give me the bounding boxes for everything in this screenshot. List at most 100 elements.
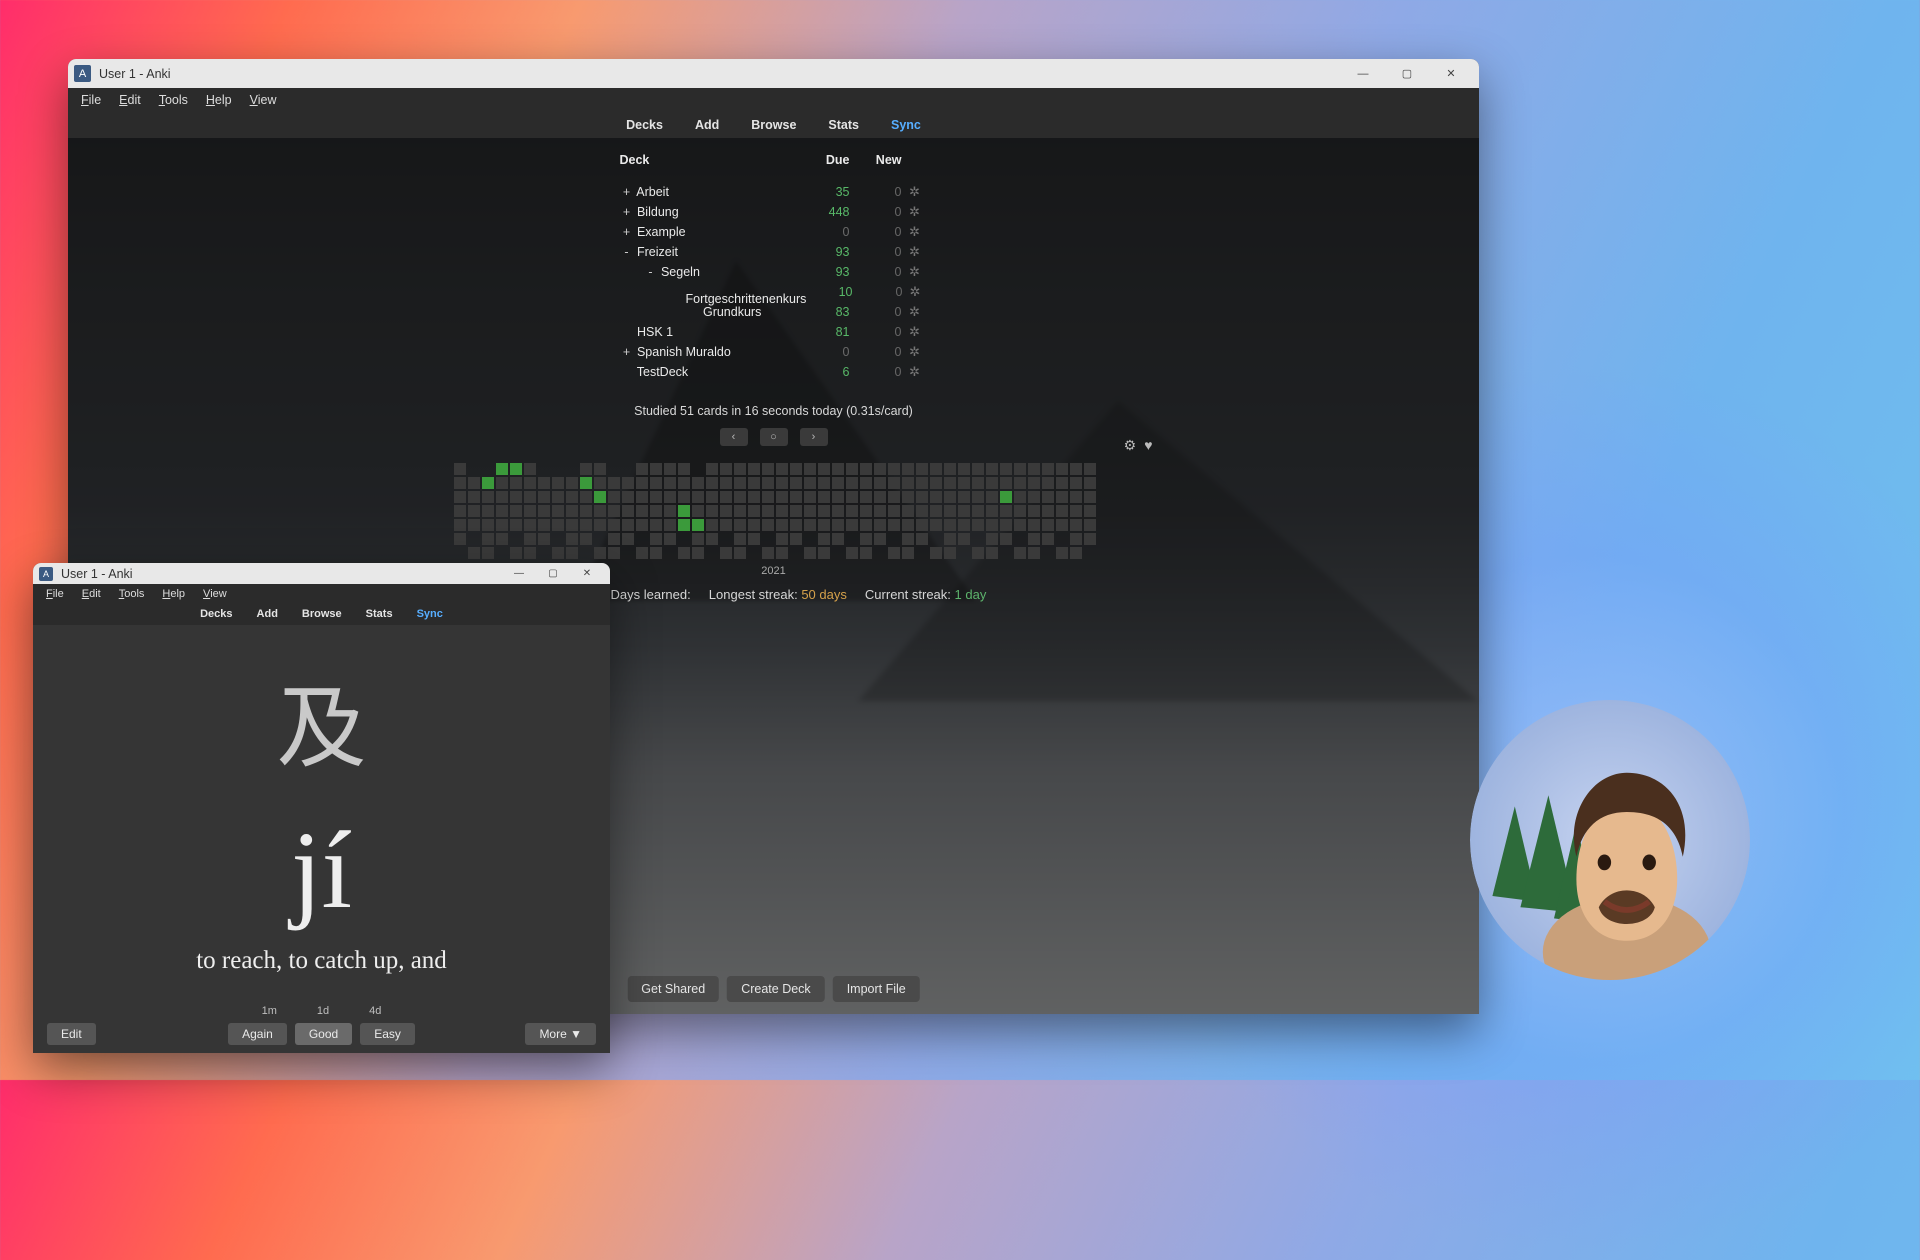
heatmap-cell[interactable] xyxy=(930,491,942,503)
heatmap-cell[interactable] xyxy=(454,533,466,545)
heatmap-cell[interactable] xyxy=(664,463,676,475)
heatmap-cell[interactable] xyxy=(916,505,928,517)
menu-tools[interactable]: Tools xyxy=(112,587,152,601)
heatmap-cell[interactable] xyxy=(776,533,788,545)
heatmap-cell[interactable] xyxy=(1070,463,1082,475)
heatmap-cell[interactable] xyxy=(832,519,844,531)
heatmap-cell[interactable] xyxy=(538,505,550,517)
heatmap-cell[interactable] xyxy=(566,505,578,517)
heatmap-cell[interactable] xyxy=(860,491,872,503)
heatmap-cell[interactable] xyxy=(496,533,508,545)
heatmap-cell[interactable] xyxy=(958,519,970,531)
heatmap-cell[interactable] xyxy=(930,477,942,489)
menu-help[interactable]: Help xyxy=(199,92,239,108)
expand-toggle-icon[interactable]: + xyxy=(620,225,634,239)
expand-toggle-icon[interactable]: + xyxy=(620,345,634,359)
menu-tools[interactable]: Tools xyxy=(152,92,195,108)
heatmap-cell[interactable] xyxy=(678,519,690,531)
heatmap-cell[interactable] xyxy=(846,477,858,489)
deck-row[interactable]: + Spanish Muraldo00✲ xyxy=(620,342,928,362)
heatmap-cell[interactable] xyxy=(454,505,466,517)
tab-decks[interactable]: Decks xyxy=(200,608,232,620)
heatmap-cell[interactable] xyxy=(692,477,704,489)
heatmap-cell[interactable] xyxy=(524,463,536,475)
menu-edit[interactable]: Edit xyxy=(75,587,108,601)
heatmap-cell[interactable] xyxy=(1042,491,1054,503)
heatmap-cell[interactable] xyxy=(678,477,690,489)
heatmap-cell[interactable] xyxy=(986,519,998,531)
heatmap-cell[interactable] xyxy=(972,477,984,489)
heatmap-cell[interactable] xyxy=(916,491,928,503)
heatmap-cell[interactable] xyxy=(552,491,564,503)
heatmap-cell[interactable] xyxy=(902,505,914,517)
heatmap-cell[interactable] xyxy=(608,547,620,559)
heatmap-cell[interactable] xyxy=(636,477,648,489)
menu-file[interactable]: File xyxy=(39,587,71,601)
heatmap-cell[interactable] xyxy=(566,533,578,545)
heatmap-cell[interactable] xyxy=(846,547,858,559)
heatmap-cell[interactable] xyxy=(524,533,536,545)
heatmap-cell[interactable] xyxy=(832,505,844,517)
heatmap-cell[interactable] xyxy=(650,505,662,517)
heatmap-cell[interactable] xyxy=(916,463,928,475)
heatmap-cell[interactable] xyxy=(804,519,816,531)
heatmap-cell[interactable] xyxy=(1070,491,1082,503)
heatmap-cell[interactable] xyxy=(636,547,648,559)
tab-sync[interactable]: Sync xyxy=(891,118,921,132)
gear-icon[interactable]: ✲ xyxy=(902,224,928,240)
heatmap-cell[interactable] xyxy=(776,463,788,475)
heatmap-cell[interactable] xyxy=(818,491,830,503)
heatmap-cell[interactable] xyxy=(944,477,956,489)
expand-toggle-icon[interactable]: + xyxy=(620,185,634,199)
heatmap-cell[interactable] xyxy=(454,463,466,475)
heatmap-cell[interactable] xyxy=(986,477,998,489)
heatmap-cell[interactable] xyxy=(664,519,676,531)
heatmap-cell[interactable] xyxy=(944,491,956,503)
heatmap-cell[interactable] xyxy=(958,505,970,517)
heatmap-cell[interactable] xyxy=(846,491,858,503)
heatmap-settings-icon[interactable]: ⚙ xyxy=(1124,437,1137,454)
heatmap-cell[interactable] xyxy=(496,477,508,489)
heatmap-cell[interactable] xyxy=(944,533,956,545)
heatmap-cell[interactable] xyxy=(776,547,788,559)
heatmap-cell[interactable] xyxy=(958,477,970,489)
heatmap-cell[interactable] xyxy=(580,463,592,475)
heatmap-cell[interactable] xyxy=(566,519,578,531)
gear-icon[interactable]: ✲ xyxy=(902,344,928,360)
deck-name[interactable]: - Freizeit xyxy=(620,245,802,259)
heatmap-cell[interactable] xyxy=(972,463,984,475)
heatmap-cell[interactable] xyxy=(1014,463,1026,475)
deck-name[interactable]: TestDeck xyxy=(620,365,802,379)
heatmap-cell[interactable] xyxy=(972,547,984,559)
heatmap-cell[interactable] xyxy=(678,491,690,503)
heatmap-cell[interactable] xyxy=(636,519,648,531)
heatmap-cell[interactable] xyxy=(1028,491,1040,503)
heatmap-cell[interactable] xyxy=(622,491,634,503)
heatmap-cell[interactable] xyxy=(860,533,872,545)
heatmap-cell[interactable] xyxy=(1028,505,1040,517)
heatmap-cell[interactable] xyxy=(566,547,578,559)
heatmap-cell[interactable] xyxy=(748,505,760,517)
heatmap-cell[interactable] xyxy=(888,477,900,489)
heatmap-cell[interactable] xyxy=(804,477,816,489)
get-shared-button[interactable]: Get Shared xyxy=(627,976,719,1002)
heatmap-cell[interactable] xyxy=(930,547,942,559)
heatmap-cell[interactable] xyxy=(580,505,592,517)
heatmap-cell[interactable] xyxy=(538,491,550,503)
heatmap-cell[interactable] xyxy=(510,463,522,475)
heatmap-cell[interactable] xyxy=(776,491,788,503)
heatmap-cell[interactable] xyxy=(468,519,480,531)
heatmap-cell[interactable] xyxy=(804,547,816,559)
heatmap-cell[interactable] xyxy=(804,463,816,475)
heatmap-cell[interactable] xyxy=(482,519,494,531)
deck-name[interactable]: HSK 1 xyxy=(620,325,802,339)
heatmap-cell[interactable] xyxy=(650,463,662,475)
heatmap-cell[interactable] xyxy=(944,505,956,517)
heatmap-cell[interactable] xyxy=(566,477,578,489)
heatmap-cell[interactable] xyxy=(720,505,732,517)
heatmap-cell[interactable] xyxy=(1070,533,1082,545)
heatmap-cell[interactable] xyxy=(468,477,480,489)
easy-button[interactable]: Easy xyxy=(360,1023,415,1045)
heatmap-cell[interactable] xyxy=(986,533,998,545)
heatmap-cell[interactable] xyxy=(1014,547,1026,559)
